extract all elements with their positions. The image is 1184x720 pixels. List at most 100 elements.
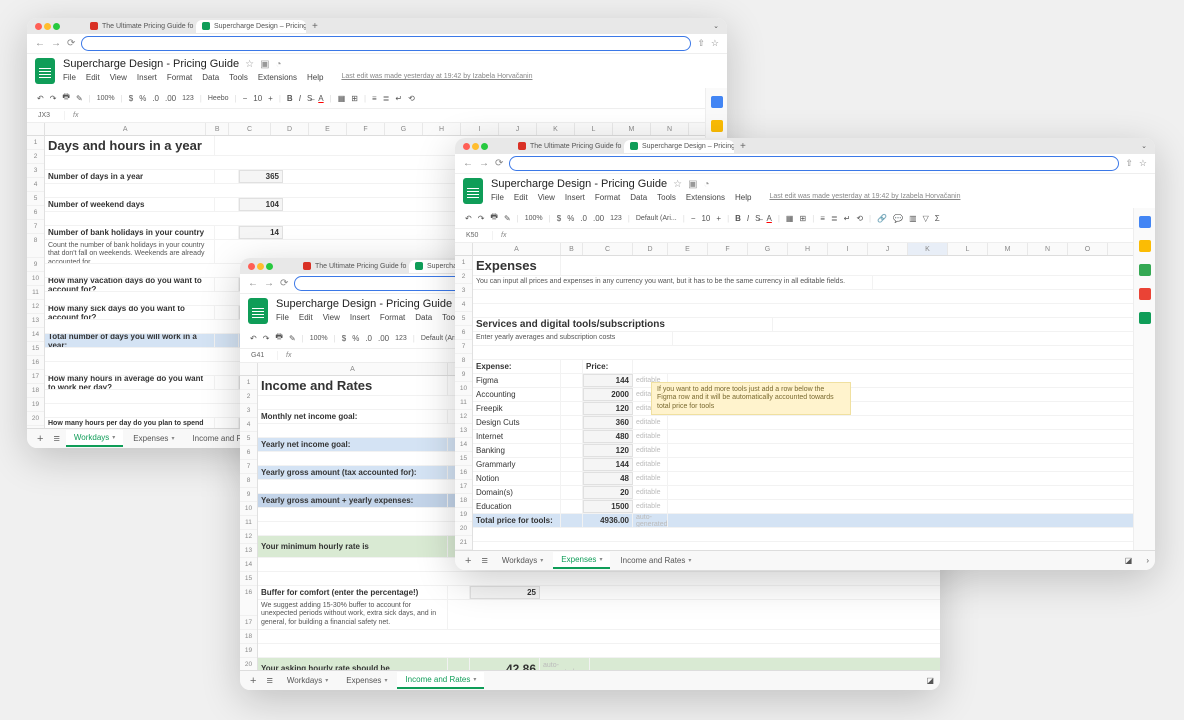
sheets-icon[interactable]	[463, 178, 483, 204]
explore-icon[interactable]: ◪	[1125, 556, 1133, 565]
maximize-window-icon[interactable]	[266, 263, 273, 270]
calendar-icon[interactable]	[711, 96, 723, 108]
italic-icon[interactable]: I	[299, 94, 301, 103]
menu-view[interactable]: View	[110, 73, 127, 82]
browser-tab[interactable]: The Ultimate Pricing Guide fo×	[512, 140, 622, 153]
comment-icon[interactable]: 💬	[893, 214, 903, 223]
explore-icon[interactable]: ◪	[926, 676, 934, 685]
menu-extensions[interactable]: Extensions	[258, 73, 297, 82]
back-icon[interactable]: ←	[248, 278, 258, 289]
close-window-icon[interactable]	[463, 143, 470, 150]
add-sheet-button[interactable]: +	[246, 675, 260, 687]
font-select[interactable]: Heebo	[208, 95, 229, 102]
chart-icon[interactable]: ▥	[909, 214, 917, 223]
sheet-tab[interactable]: Expenses▾	[338, 673, 395, 688]
all-sheets-button[interactable]: ≡	[262, 675, 276, 687]
sheet-tab[interactable]: Workdays▾	[279, 673, 336, 688]
col-headers[interactable]: ABCDEFGHIJKLMNO	[45, 123, 727, 136]
browser-tab[interactable]: The Ultimate Pricing Guide fo×	[84, 20, 194, 33]
strike-icon[interactable]: S̶	[307, 94, 312, 103]
filter-icon[interactable]: ▽	[923, 214, 929, 223]
valign-icon[interactable]: ≣	[383, 94, 390, 103]
value-cell[interactable]: 14	[239, 226, 283, 239]
undo-icon[interactable]: ↶	[37, 94, 44, 103]
maximize-window-icon[interactable]	[481, 143, 488, 150]
all-sheets-button[interactable]: ≡	[477, 555, 491, 567]
minimize-window-icon[interactable]	[257, 263, 264, 270]
redo-icon[interactable]: ↷	[50, 94, 57, 103]
back-icon[interactable]: ←	[463, 158, 473, 169]
forward-icon[interactable]: →	[51, 38, 61, 49]
value-cell[interactable]: 104	[239, 198, 283, 211]
align-icon[interactable]: ≡	[372, 94, 377, 103]
bookmark-icon[interactable]: ☆	[1139, 158, 1147, 169]
star-icon[interactable]: ☆	[673, 179, 682, 190]
reload-icon[interactable]: ⟳	[67, 38, 75, 49]
add-sheet-button[interactable]: +	[33, 433, 47, 445]
menu-help[interactable]: Help	[307, 73, 323, 82]
star-icon[interactable]: ☆	[245, 59, 254, 70]
back-icon[interactable]: ←	[35, 38, 45, 49]
rotate-icon[interactable]: ⟲	[408, 94, 415, 103]
cloud-icon[interactable]: ◔	[276, 59, 282, 70]
borders-icon[interactable]: ⊞	[351, 94, 358, 103]
contacts-icon[interactable]	[1139, 288, 1151, 300]
new-tab-button[interactable]: +	[308, 21, 322, 32]
name-box[interactable]: K50	[463, 231, 493, 240]
menu-format[interactable]: Format	[167, 73, 192, 82]
browser-tab[interactable]: Supercharge Design – Pricing×	[196, 20, 306, 33]
browser-tab[interactable]: The Ultimate Pricing Guide fo×	[297, 260, 407, 273]
bold-icon[interactable]: B	[287, 94, 293, 103]
doc-title[interactable]: Supercharge Design - Pricing Guide	[63, 58, 239, 70]
doc-title[interactable]: Supercharge Design - Pricing Guide	[491, 178, 667, 190]
browser-tab[interactable]: Supercharge Design – Pricing×	[624, 140, 734, 153]
row-headers[interactable]: 12345678910111213141516171819202122	[27, 123, 45, 428]
sheets-icon[interactable]	[248, 298, 268, 324]
last-edit[interactable]: Last edit was made yesterday at 19:42 by…	[341, 73, 532, 82]
share-icon[interactable]: ⇧	[1125, 158, 1133, 169]
link-icon[interactable]: 🔗	[877, 214, 887, 223]
maps-icon[interactable]	[1139, 312, 1151, 324]
zoom-select[interactable]: 100%	[97, 95, 115, 102]
keep-icon[interactable]	[711, 120, 723, 132]
menu-file[interactable]: File	[63, 73, 76, 82]
close-window-icon[interactable]	[35, 23, 42, 30]
sheet-tab[interactable]: Expenses▾	[553, 552, 610, 569]
doc-title[interactable]: Supercharge Design - Pricing Guide	[276, 298, 452, 310]
minimize-window-icon[interactable]	[472, 143, 479, 150]
chevron-down-icon[interactable]: ⌄	[713, 22, 719, 30]
chevron-right-icon[interactable]: ›	[1146, 556, 1149, 565]
all-sheets-button[interactable]: ≡	[49, 433, 63, 445]
sheets-icon[interactable]	[35, 58, 55, 84]
menu-insert[interactable]: Insert	[137, 73, 157, 82]
address-input[interactable]	[81, 36, 691, 51]
chevron-down-icon[interactable]: ⌄	[1141, 142, 1147, 150]
sheet-tab[interactable]: Workdays▾	[494, 553, 551, 568]
forward-icon[interactable]: →	[264, 278, 274, 289]
color-icon[interactable]: A	[318, 94, 323, 103]
bookmark-icon[interactable]: ☆	[711, 38, 719, 49]
reload-icon[interactable]: ⟳	[280, 278, 288, 289]
sheet-tab[interactable]: Expenses▾	[125, 431, 182, 446]
print-icon[interactable]: 🖶	[62, 91, 70, 105]
sheet-tab[interactable]: Workdays▾	[66, 430, 123, 447]
menu-data[interactable]: Data	[202, 73, 219, 82]
close-window-icon[interactable]	[248, 263, 255, 270]
tasks-icon[interactable]	[1139, 264, 1151, 276]
address-input[interactable]	[509, 156, 1119, 171]
fill-icon[interactable]: ▦	[338, 94, 346, 103]
cloud-icon[interactable]: ◔	[704, 179, 710, 190]
keep-icon[interactable]	[1139, 240, 1151, 252]
sheet-tab[interactable]: Income and Rates▾	[397, 672, 484, 689]
sigma-icon[interactable]: Σ	[935, 214, 940, 223]
name-box[interactable]: JX3	[35, 111, 65, 120]
value-cell[interactable]: 365	[239, 170, 283, 183]
menu-tools[interactable]: Tools	[229, 73, 248, 82]
menu-edit[interactable]: Edit	[86, 73, 100, 82]
sheet-tab[interactable]: Income and Rates▾	[612, 553, 699, 568]
reload-icon[interactable]: ⟳	[495, 158, 503, 169]
minimize-window-icon[interactable]	[44, 23, 51, 30]
paint-icon[interactable]: ✎	[76, 94, 83, 103]
share-icon[interactable]: ⇧	[697, 38, 705, 49]
add-sheet-button[interactable]: +	[461, 555, 475, 567]
